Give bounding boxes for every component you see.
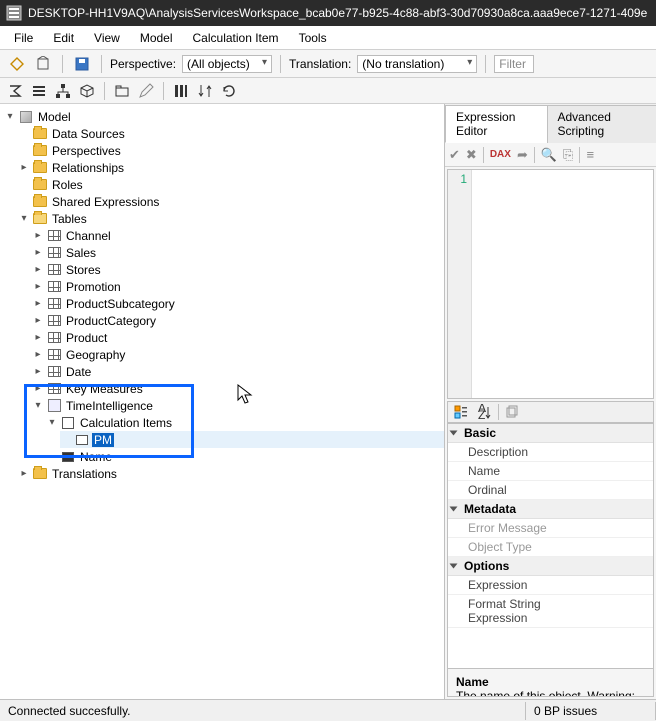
tree-table-product[interactable]: ▸Product — [32, 329, 444, 346]
tree-roles[interactable]: Roles — [18, 176, 444, 193]
tree-table-promotion[interactable]: ▸Promotion — [32, 278, 444, 295]
tree-table-productcategory[interactable]: ▸ProductCategory — [32, 312, 444, 329]
props-row[interactable]: Expression — [448, 576, 653, 595]
props-cat-metadata[interactable]: Metadata — [448, 500, 653, 519]
table-icon — [46, 330, 62, 346]
table-icon — [46, 228, 62, 244]
props-pages-icon[interactable] — [501, 401, 523, 423]
folder-icon — [32, 466, 48, 482]
calc-item-icon — [74, 432, 90, 448]
perspective-combo[interactable]: (All objects) — [182, 55, 272, 73]
folder-icon — [32, 160, 48, 176]
props-cat-basic[interactable]: Basic — [448, 424, 653, 443]
menu-file[interactable]: File — [6, 28, 41, 48]
tab-expression-editor[interactable]: Expression Editor — [445, 105, 548, 143]
tab-advanced-scripting[interactable]: Advanced Scripting — [547, 105, 656, 143]
folder-icon — [32, 177, 48, 193]
app-icon — [6, 5, 22, 21]
cancel-icon[interactable]: ✖ — [466, 147, 477, 163]
find-icon[interactable]: 🔍 — [541, 147, 557, 163]
tree-calc-item-editing[interactable]: PM — [60, 431, 444, 448]
menu-tools[interactable]: Tools — [291, 28, 335, 48]
tree-table-productsubcategory[interactable]: ▸ProductSubcategory — [32, 295, 444, 312]
calc-icon — [60, 415, 76, 431]
tree-shared-expressions[interactable]: Shared Expressions — [18, 193, 444, 210]
table-icon — [46, 279, 62, 295]
tree-translations[interactable]: ▸Translations — [18, 465, 444, 482]
translation-label: Translation: — [289, 57, 351, 71]
tree-name-column[interactable]: Name — [46, 448, 444, 465]
status-bp-issues[interactable]: 0 BP issues — [526, 702, 656, 720]
props-row[interactable]: Ordinal — [448, 481, 653, 500]
svg-text:Z: Z — [478, 408, 485, 420]
cube-icon[interactable] — [76, 80, 98, 102]
folder-icon — [32, 211, 48, 227]
folder-toggle-icon[interactable] — [111, 80, 133, 102]
props-help: Name The name of this object. Warning: C… — [448, 668, 653, 697]
table-icon — [46, 313, 62, 329]
tree-relationships[interactable]: ▸Relationships — [18, 159, 444, 176]
mouse-cursor — [237, 384, 255, 406]
save-icon[interactable] — [71, 53, 93, 75]
menu-calculation-item[interactable]: Calculation Item — [185, 28, 287, 48]
tree-table-channel[interactable]: ▸Channel — [32, 227, 444, 244]
window-title: DESKTOP-HH1V9AQ\AnalysisServicesWorkspac… — [28, 6, 647, 20]
props-categorized-icon[interactable] — [450, 401, 472, 423]
tree-tables[interactable]: ▾Tables — [18, 210, 444, 227]
sigma-icon[interactable] — [4, 80, 26, 102]
hierarchy-icon[interactable] — [52, 80, 74, 102]
folder-icon — [32, 126, 48, 142]
menu-view[interactable]: View — [86, 28, 128, 48]
table-icon — [46, 364, 62, 380]
list-icon[interactable] — [28, 80, 50, 102]
table-icon — [46, 245, 62, 261]
tree-table-stores[interactable]: ▸Stores — [32, 261, 444, 278]
folder-icon — [32, 194, 48, 210]
folder-icon — [32, 143, 48, 159]
table-icon — [46, 262, 62, 278]
dax-icon[interactable]: DAX — [490, 149, 511, 160]
table-icon — [46, 381, 62, 397]
table-icon — [46, 296, 62, 312]
tree-table-sales[interactable]: ▸Sales — [32, 244, 444, 261]
model-tree[interactable]: ▾Model Data Sources Perspectives ▸Relati… — [0, 104, 444, 486]
menubar: File Edit View Model Calculation Item To… — [0, 26, 656, 50]
accept-icon[interactable]: ✔ — [449, 147, 460, 163]
edit-icon[interactable] — [135, 80, 157, 102]
refresh-icon[interactable] — [218, 80, 240, 102]
props-row[interactable]: Name — [448, 462, 653, 481]
sort-icon[interactable] — [194, 80, 216, 102]
tree-table-geography[interactable]: ▸Geography — [32, 346, 444, 363]
props-row[interactable]: Object Type — [448, 538, 653, 557]
table-icon — [46, 347, 62, 363]
connect-icon[interactable] — [6, 53, 28, 75]
tree-perspectives[interactable]: Perspectives — [18, 142, 444, 159]
tree-calc-items[interactable]: ▾Calculation Items — [46, 414, 444, 431]
menu-model[interactable]: Model — [132, 28, 181, 48]
goto-icon[interactable]: ➦ — [517, 147, 528, 163]
cube-icon — [18, 109, 34, 125]
comment-icon[interactable]: ≡ — [586, 147, 594, 162]
deploy-icon[interactable] — [32, 53, 54, 75]
editor-line-1: 1 — [460, 172, 467, 186]
perspective-label: Perspective: — [110, 57, 176, 71]
props-cat-options[interactable]: Options — [448, 557, 653, 576]
tree-model[interactable]: ▾Model — [4, 108, 444, 125]
status-left: Connected succesfully. — [0, 702, 526, 720]
calc-group-icon — [46, 398, 62, 414]
menu-edit[interactable]: Edit — [45, 28, 82, 48]
tree-table-date[interactable]: ▸Date — [32, 363, 444, 380]
column-icon — [60, 449, 76, 465]
columns-icon[interactable] — [170, 80, 192, 102]
properties-grid[interactable]: Basic DescriptionNameOrdinal Metadata Er… — [447, 423, 654, 697]
props-alpha-icon[interactable]: AZ — [474, 401, 496, 423]
tree-data-sources[interactable]: Data Sources — [18, 125, 444, 142]
props-row[interactable]: Format String Expression — [448, 595, 653, 628]
translation-combo[interactable]: (No translation) — [357, 55, 477, 73]
props-row[interactable]: Description — [448, 443, 653, 462]
filter-input[interactable]: Filter — [494, 55, 534, 73]
expression-editor[interactable]: 1 — [447, 169, 654, 399]
props-row[interactable]: Error Message — [448, 519, 653, 538]
format-icon[interactable]: ⎘ — [563, 147, 573, 163]
